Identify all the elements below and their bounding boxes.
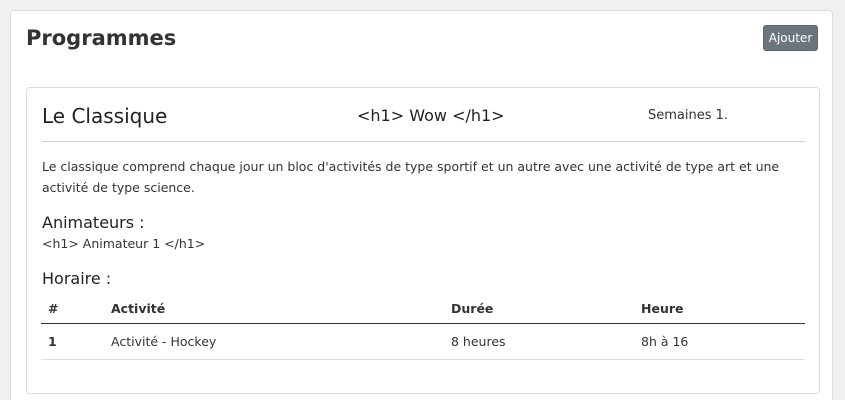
program-description: Le classique comprend chaque jour un blo… <box>42 159 780 195</box>
row-time: 8h à 16 <box>634 323 805 360</box>
schedule-table: # Activité Durée Heure 1 Activité - Hock… <box>41 294 805 360</box>
program-name: Le Classique <box>42 104 168 128</box>
program-card: Le Classique <h1> Wow </h1> Semaines 1. … <box>26 87 820 394</box>
add-button[interactable]: Ajouter <box>763 25 818 51</box>
program-subtitle: <h1> Wow </h1> <box>357 106 505 125</box>
column-header-number: # <box>41 294 104 324</box>
column-header-duration: Durée <box>444 294 634 324</box>
programmes-card: Programmes Ajouter Le Classique <h1> Wow… <box>10 10 833 400</box>
table-row: 1 Activité - Hockey 8 heures 8h à 16 <box>41 323 805 360</box>
page-title: Programmes <box>26 26 177 50</box>
animateurs-value: <h1> Animateur 1 </h1> <box>42 236 206 251</box>
animateurs-heading: Animateurs : <box>42 213 145 232</box>
column-header-time: Heure <box>634 294 805 324</box>
programmes-header: Programmes Ajouter <box>11 11 832 71</box>
column-header-activity: Activité <box>104 294 444 324</box>
row-number: 1 <box>41 323 104 360</box>
horaire-heading: Horaire : <box>42 269 112 288</box>
program-card-header: Le Classique <h1> Wow </h1> Semaines 1. <box>42 88 805 142</box>
row-activity: Activité - Hockey <box>104 323 444 360</box>
program-weeks: Semaines 1. <box>648 108 729 123</box>
row-duration: 8 heures <box>444 323 634 360</box>
schedule-header-row: # Activité Durée Heure <box>41 294 805 324</box>
